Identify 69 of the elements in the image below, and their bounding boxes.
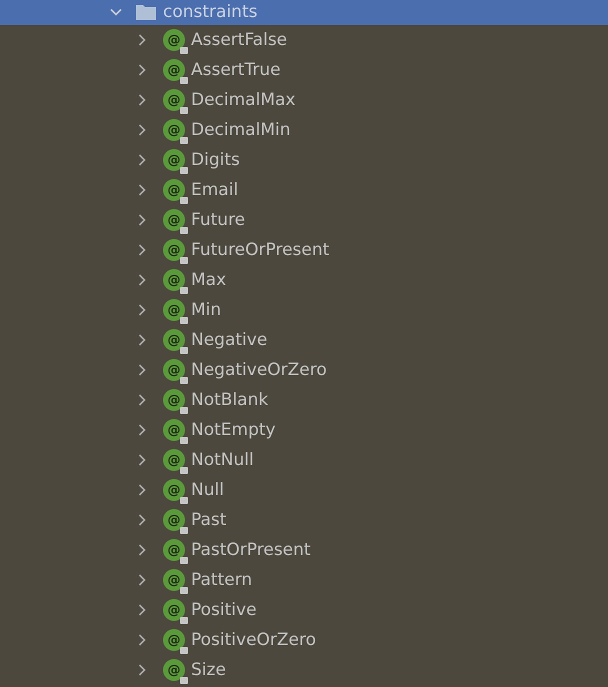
tree-item[interactable]: @ AssertFalse [0, 25, 608, 55]
annotation-icon: @ [163, 389, 185, 411]
folder-icon [135, 2, 157, 20]
annotation-icon: @ [163, 419, 185, 441]
tree-item[interactable]: @ Past [0, 505, 608, 535]
annotation-icon: @ [163, 29, 185, 51]
annotation-label: Email [191, 180, 238, 200]
annotation-label: Null [191, 480, 224, 500]
annotation-label: Pattern [191, 570, 252, 590]
tree-item[interactable]: @ AssertTrue [0, 55, 608, 85]
annotation-icon: @ [163, 59, 185, 81]
annotation-icon: @ [163, 539, 185, 561]
tree-item[interactable]: @ DecimalMin [0, 115, 608, 145]
annotation-label: AssertTrue [191, 60, 281, 80]
tree-item[interactable]: @ Null [0, 475, 608, 505]
annotation-icon: @ [163, 269, 185, 291]
annotation-icon: @ [163, 239, 185, 261]
annotation-icon: @ [163, 509, 185, 531]
annotation-label: PositiveOrZero [191, 630, 316, 650]
tree-item[interactable]: @ NotBlank [0, 385, 608, 415]
annotation-icon: @ [163, 179, 185, 201]
annotation-icon: @ [163, 89, 185, 111]
annotation-label: Min [191, 300, 222, 320]
annotation-label: Digits [191, 150, 240, 170]
annotation-label: NotEmpty [191, 420, 276, 440]
annotation-label: DecimalMax [191, 90, 296, 110]
annotation-label: Size [191, 660, 226, 680]
tree-item[interactable]: @ Min [0, 295, 608, 325]
annotation-icon: @ [163, 449, 185, 471]
tree-item[interactable]: @ NotNull [0, 445, 608, 475]
folder-row[interactable]: constraints [0, 0, 608, 25]
annotation-label: Max [191, 270, 226, 290]
tree-item[interactable]: @ PastOrPresent [0, 535, 608, 565]
annotation-icon: @ [163, 479, 185, 501]
annotation-icon: @ [163, 149, 185, 171]
annotation-label: NegativeOrZero [191, 360, 327, 380]
annotation-label: Past [191, 510, 226, 530]
tree-item[interactable]: @ Digits [0, 145, 608, 175]
tree-item[interactable]: @ Positive [0, 595, 608, 625]
tree-item[interactable]: @ Future [0, 205, 608, 235]
annotation-icon: @ [163, 299, 185, 321]
annotation-icon: @ [163, 329, 185, 351]
tree-item[interactable]: @ NegativeOrZero [0, 355, 608, 385]
tree-item[interactable]: @ FutureOrPresent [0, 235, 608, 265]
tree-item[interactable]: @ Email [0, 175, 608, 205]
tree-item[interactable]: @ Size [0, 655, 608, 685]
tree-item[interactable]: @ DecimalMax [0, 85, 608, 115]
folder-label: constraints [163, 2, 258, 22]
annotation-label: DecimalMin [191, 120, 290, 140]
tree-item[interactable]: @ Max [0, 265, 608, 295]
annotation-label: AssertFalse [191, 30, 288, 50]
tree-item[interactable]: @ PositiveOrZero [0, 625, 608, 655]
annotation-icon: @ [163, 629, 185, 651]
annotation-label: Positive [191, 600, 257, 620]
tree-item[interactable]: @ Pattern [0, 565, 608, 595]
tree-item[interactable]: @ NotEmpty [0, 415, 608, 445]
annotation-icon: @ [163, 569, 185, 591]
annotation-icon: @ [163, 119, 185, 141]
annotation-icon: @ [163, 359, 185, 381]
annotation-label: PastOrPresent [191, 540, 311, 560]
annotation-label: NotNull [191, 450, 254, 470]
annotation-label: FutureOrPresent [191, 240, 330, 260]
annotation-icon: @ [163, 659, 185, 681]
annotation-icon: @ [163, 599, 185, 621]
tree-item[interactable]: @ Negative [0, 325, 608, 355]
annotation-label: Negative [191, 330, 268, 350]
annotation-label: NotBlank [191, 390, 268, 410]
annotation-label: Future [191, 210, 246, 230]
annotation-icon: @ [163, 209, 185, 231]
